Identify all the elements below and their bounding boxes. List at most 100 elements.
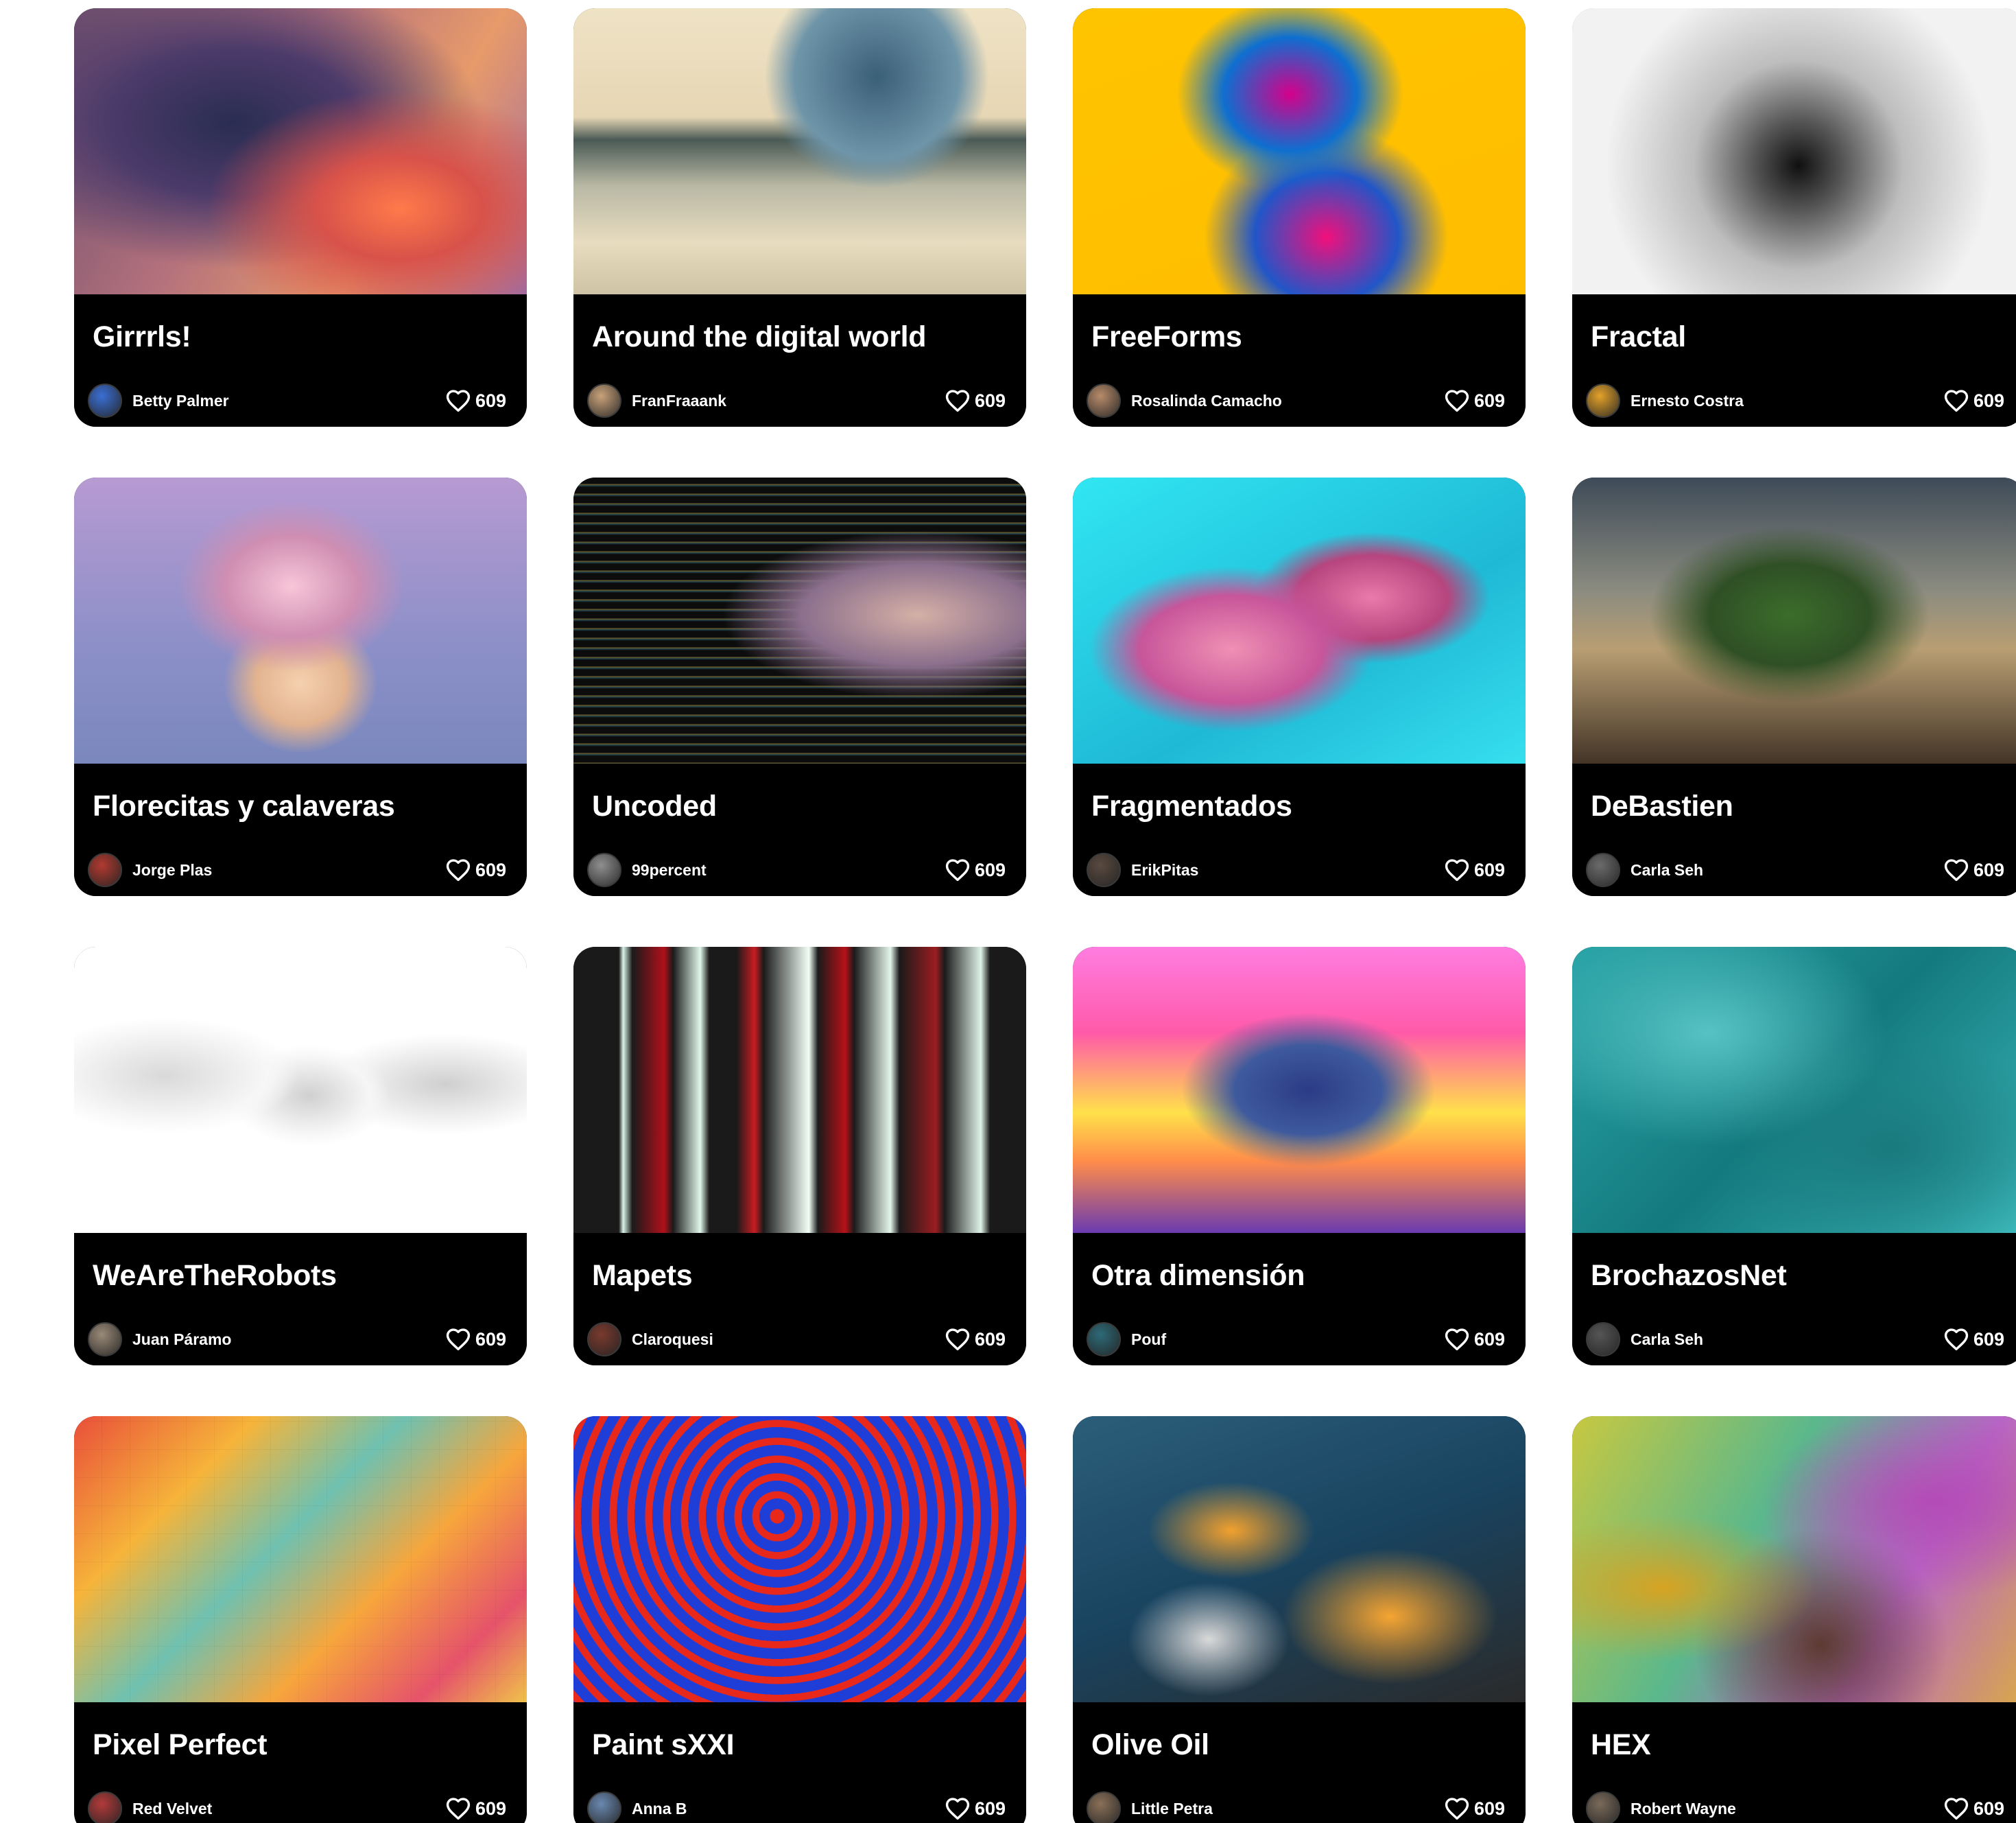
card-title[interactable]: BrochazosNet bbox=[1591, 1258, 1787, 1293]
avatar[interactable] bbox=[1586, 1791, 1620, 1823]
artwork-card[interactable]: FreeForms Rosalinda Camacho 609 bbox=[1073, 8, 1526, 427]
author-name[interactable]: Anna B bbox=[632, 1800, 687, 1818]
artwork-card[interactable]: Paint sXXI Anna B 609 bbox=[573, 1416, 1026, 1823]
author-row[interactable]: Rosalinda Camacho bbox=[1087, 381, 1282, 420]
author-name[interactable]: Little Petra bbox=[1131, 1800, 1213, 1818]
like-button[interactable]: 609 bbox=[1444, 384, 1505, 418]
author-name[interactable]: FranFraaank bbox=[632, 392, 726, 410]
artwork-card[interactable]: Florecitas y calaveras Jorge Plas 609 bbox=[74, 478, 527, 896]
author-row[interactable]: Carla Seh bbox=[1586, 851, 1703, 889]
author-row[interactable]: Carla Seh bbox=[1586, 1320, 1703, 1359]
card-title[interactable]: Fractal bbox=[1591, 319, 1686, 355]
artwork-card[interactable]: Pixel Perfect Red Velvet 609 bbox=[74, 1416, 527, 1823]
avatar[interactable] bbox=[1586, 1322, 1620, 1356]
card-title[interactable]: FreeForms bbox=[1091, 319, 1242, 355]
artwork-thumbnail[interactable] bbox=[1572, 8, 2016, 294]
author-name[interactable]: Betty Palmer bbox=[132, 392, 229, 410]
card-title[interactable]: DeBastien bbox=[1591, 788, 1733, 824]
author-row[interactable]: Robert Wayne bbox=[1586, 1789, 1736, 1823]
avatar[interactable] bbox=[587, 384, 621, 418]
artwork-thumbnail[interactable] bbox=[1073, 478, 1526, 764]
artwork-thumbnail[interactable] bbox=[573, 8, 1026, 294]
author-row[interactable]: FranFraaank bbox=[587, 381, 726, 420]
author-row[interactable]: 99percent bbox=[587, 851, 707, 889]
author-row[interactable]: Pouf bbox=[1087, 1320, 1166, 1359]
like-button[interactable]: 609 bbox=[445, 384, 506, 418]
artwork-card[interactable]: Around the digital world FranFraaank 609 bbox=[573, 8, 1026, 427]
author-row[interactable]: Juan Páramo bbox=[88, 1320, 231, 1359]
author-row[interactable]: Betty Palmer bbox=[88, 381, 229, 420]
artwork-card[interactable]: Mapets Claroquesi 609 bbox=[573, 947, 1026, 1365]
like-button[interactable]: 609 bbox=[445, 1791, 506, 1823]
author-row[interactable]: Little Petra bbox=[1087, 1789, 1213, 1823]
artwork-thumbnail[interactable] bbox=[74, 1416, 527, 1702]
artwork-thumbnail[interactable] bbox=[573, 1416, 1026, 1702]
author-name[interactable]: ErikPitas bbox=[1131, 861, 1198, 880]
artwork-card[interactable]: Fragmentados ErikPitas 609 bbox=[1073, 478, 1526, 896]
artwork-card[interactable]: HEX Robert Wayne 609 bbox=[1572, 1416, 2016, 1823]
author-row[interactable]: Ernesto Costra bbox=[1586, 381, 1744, 420]
avatar[interactable] bbox=[1087, 1791, 1121, 1823]
author-row[interactable]: Anna B bbox=[587, 1789, 687, 1823]
like-button[interactable]: 609 bbox=[445, 1322, 506, 1356]
card-title[interactable]: Uncoded bbox=[592, 788, 717, 824]
artwork-card[interactable]: Otra dimensión Pouf 609 bbox=[1073, 947, 1526, 1365]
author-name[interactable]: Pouf bbox=[1131, 1330, 1166, 1349]
avatar[interactable] bbox=[88, 1791, 122, 1823]
artwork-thumbnail[interactable] bbox=[74, 947, 527, 1233]
like-button[interactable]: 609 bbox=[1444, 1322, 1505, 1356]
avatar[interactable] bbox=[587, 1791, 621, 1823]
card-title[interactable]: Girrrls! bbox=[93, 319, 191, 355]
card-title[interactable]: Mapets bbox=[592, 1258, 693, 1293]
card-title[interactable]: WeAreTheRobots bbox=[93, 1258, 337, 1293]
author-name[interactable]: Jorge Plas bbox=[132, 861, 212, 880]
avatar[interactable] bbox=[1087, 1322, 1121, 1356]
artwork-thumbnail[interactable] bbox=[1073, 947, 1526, 1233]
author-name[interactable]: Juan Páramo bbox=[132, 1330, 231, 1349]
author-row[interactable]: ErikPitas bbox=[1087, 851, 1198, 889]
card-title[interactable]: Fragmentados bbox=[1091, 788, 1292, 824]
like-button[interactable]: 609 bbox=[445, 853, 506, 887]
like-button[interactable]: 609 bbox=[1943, 853, 2004, 887]
artwork-thumbnail[interactable] bbox=[74, 478, 527, 764]
avatar[interactable] bbox=[587, 853, 621, 887]
author-name[interactable]: 99percent bbox=[632, 861, 707, 880]
author-row[interactable]: Claroquesi bbox=[587, 1320, 713, 1359]
card-title[interactable]: Pixel Perfect bbox=[93, 1727, 268, 1763]
artwork-thumbnail[interactable] bbox=[1073, 1416, 1526, 1702]
like-button[interactable]: 609 bbox=[1943, 384, 2004, 418]
avatar[interactable] bbox=[1087, 853, 1121, 887]
like-button[interactable]: 609 bbox=[1943, 1322, 2004, 1356]
artwork-thumbnail[interactable] bbox=[573, 947, 1026, 1233]
avatar[interactable] bbox=[587, 1322, 621, 1356]
artwork-thumbnail[interactable] bbox=[573, 478, 1026, 764]
avatar[interactable] bbox=[1586, 853, 1620, 887]
artwork-card[interactable]: WeAreTheRobots Juan Páramo 609 bbox=[74, 947, 527, 1365]
like-button[interactable]: 609 bbox=[1444, 1791, 1505, 1823]
like-button[interactable]: 609 bbox=[945, 853, 1006, 887]
avatar[interactable] bbox=[88, 384, 122, 418]
author-name[interactable]: Robert Wayne bbox=[1630, 1800, 1736, 1818]
avatar[interactable] bbox=[1087, 384, 1121, 418]
artwork-card[interactable]: DeBastien Carla Seh 609 bbox=[1572, 478, 2016, 896]
artwork-card[interactable]: BrochazosNet Carla Seh 609 bbox=[1572, 947, 2016, 1365]
like-button[interactable]: 609 bbox=[1444, 853, 1505, 887]
card-title[interactable]: Around the digital world bbox=[592, 319, 927, 355]
avatar[interactable] bbox=[1586, 384, 1620, 418]
card-title[interactable]: Otra dimensión bbox=[1091, 1258, 1305, 1293]
like-button[interactable]: 609 bbox=[945, 384, 1006, 418]
card-title[interactable]: Olive Oil bbox=[1091, 1727, 1209, 1763]
author-row[interactable]: Red Velvet bbox=[88, 1789, 212, 1823]
author-name[interactable]: Carla Seh bbox=[1630, 861, 1703, 880]
artwork-thumbnail[interactable] bbox=[1572, 947, 2016, 1233]
artwork-thumbnail[interactable] bbox=[1572, 1416, 2016, 1702]
card-title[interactable]: Florecitas y calaveras bbox=[93, 788, 395, 824]
like-button[interactable]: 609 bbox=[945, 1791, 1006, 1823]
artwork-card[interactable]: Uncoded 99percent 609 bbox=[573, 478, 1026, 896]
avatar[interactable] bbox=[88, 853, 122, 887]
author-name[interactable]: Red Velvet bbox=[132, 1800, 212, 1818]
artwork-card[interactable]: Olive Oil Little Petra 609 bbox=[1073, 1416, 1526, 1823]
card-title[interactable]: Paint sXXI bbox=[592, 1727, 735, 1763]
artwork-card[interactable]: Fractal Ernesto Costra 609 bbox=[1572, 8, 2016, 427]
author-name[interactable]: Rosalinda Camacho bbox=[1131, 392, 1282, 410]
